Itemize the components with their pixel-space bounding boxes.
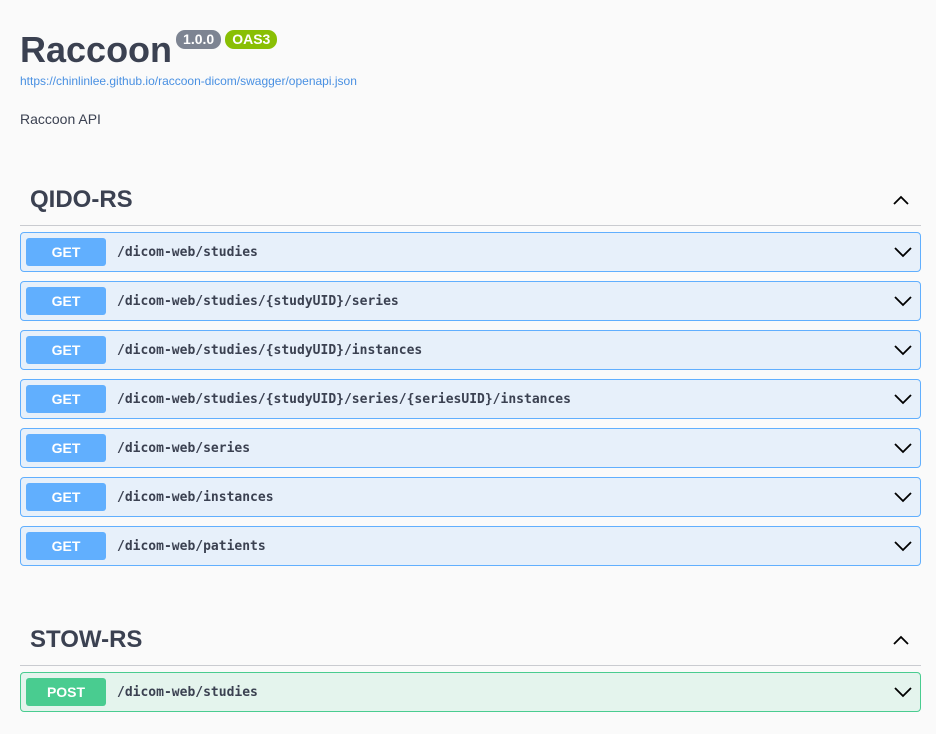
operation-path: /dicom-web/studies/{studyUID}/series: [117, 293, 399, 309]
chevron-down-icon[interactable]: [888, 237, 918, 267]
chevron-up-icon[interactable]: [881, 625, 921, 655]
api-info: Raccoon 1.0.0 OAS3 https://chinlinlee.gi…: [20, 28, 357, 89]
tag-header-qido-rs[interactable]: QIDO-RS: [20, 174, 921, 226]
operation-path: /dicom-web/studies: [117, 684, 258, 700]
operation-get-studies[interactable]: GET /dicom-web/studies: [20, 232, 921, 272]
chevron-down-icon[interactable]: [888, 677, 918, 707]
api-title: Raccoon: [20, 29, 173, 70]
chevron-up-icon[interactable]: [881, 185, 921, 215]
chevron-down-icon[interactable]: [888, 384, 918, 414]
operation-path: /dicom-web/patients: [117, 538, 266, 554]
operation-path: /dicom-web/instances: [117, 489, 274, 505]
api-description: Raccoon API: [20, 111, 101, 127]
method-badge: GET: [26, 385, 106, 413]
operation-path: /dicom-web/studies/{studyUID}/instances: [117, 342, 423, 358]
operation-get-patients[interactable]: GET /dicom-web/patients: [20, 526, 921, 566]
tag-section-qido-rs: QIDO-RS GET /dicom-web/studies GET /dico…: [20, 174, 921, 575]
tag-name: QIDO-RS: [30, 185, 133, 213]
operation-get-series[interactable]: GET /dicom-web/series: [20, 428, 921, 468]
method-badge: GET: [26, 238, 106, 266]
method-badge: GET: [26, 532, 106, 560]
method-badge: GET: [26, 434, 106, 462]
method-badge: GET: [26, 336, 106, 364]
operation-get-instances[interactable]: GET /dicom-web/instances: [20, 477, 921, 517]
method-badge: GET: [26, 287, 106, 315]
operation-post-studies[interactable]: POST /dicom-web/studies: [20, 672, 921, 712]
method-badge: GET: [26, 483, 106, 511]
operation-get-study-instances[interactable]: GET /dicom-web/studies/{studyUID}/instan…: [20, 330, 921, 370]
title-row: Raccoon 1.0.0 OAS3: [20, 28, 357, 72]
tag-header-stow-rs[interactable]: STOW-RS: [20, 614, 921, 666]
oas-badge: OAS3: [225, 30, 278, 49]
chevron-down-icon[interactable]: [888, 286, 918, 316]
operation-path: /dicom-web/studies/{studyUID}/series/{se…: [117, 391, 571, 407]
operation-get-series-instances[interactable]: GET /dicom-web/studies/{studyUID}/series…: [20, 379, 921, 419]
chevron-down-icon[interactable]: [888, 335, 918, 365]
tag-section-stow-rs: STOW-RS POST /dicom-web/studies: [20, 614, 921, 721]
method-badge: POST: [26, 678, 106, 706]
chevron-down-icon[interactable]: [888, 482, 918, 512]
tag-name: STOW-RS: [30, 625, 143, 653]
version-badge: 1.0.0: [176, 30, 222, 49]
chevron-down-icon[interactable]: [888, 433, 918, 463]
operation-get-study-series[interactable]: GET /dicom-web/studies/{studyUID}/series: [20, 281, 921, 321]
chevron-down-icon[interactable]: [888, 531, 918, 561]
operation-path: /dicom-web/studies: [117, 244, 258, 260]
operation-path: /dicom-web/series: [117, 440, 251, 456]
spec-url-link[interactable]: https://chinlinlee.github.io/raccoon-dic…: [20, 73, 357, 89]
